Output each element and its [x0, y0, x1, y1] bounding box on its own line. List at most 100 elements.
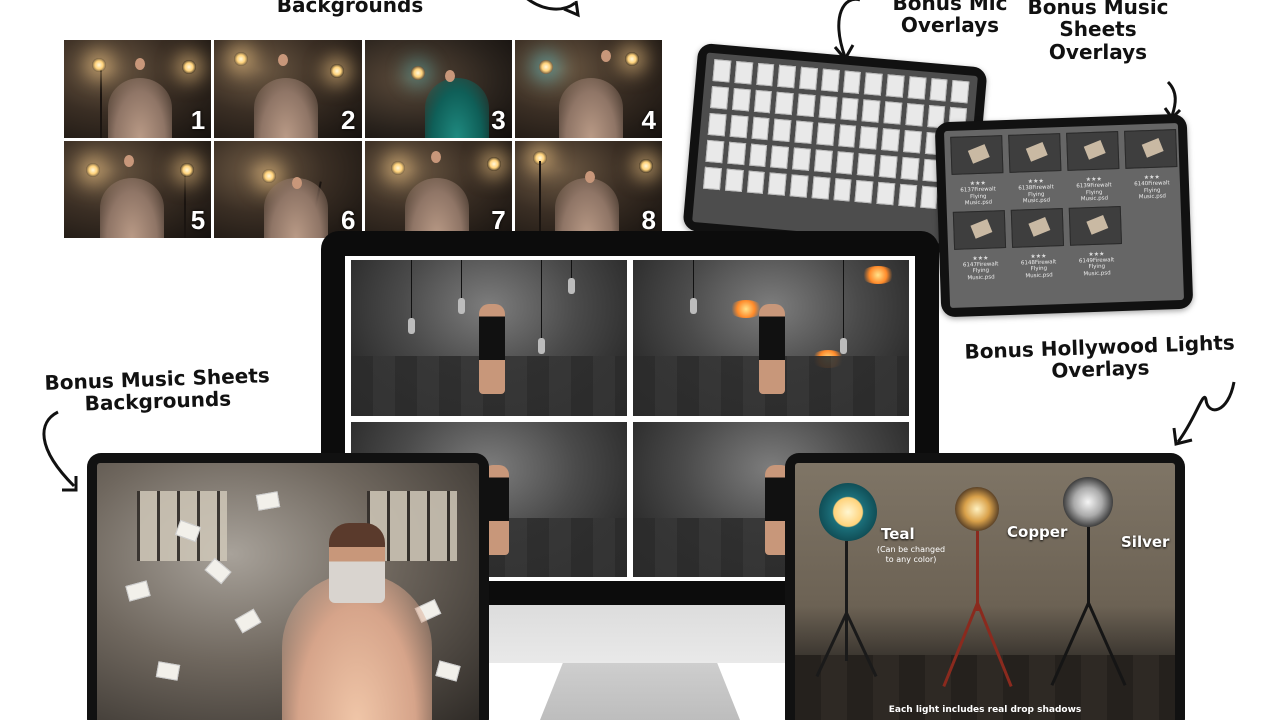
mic-overlay-thumbnail[interactable]	[950, 79, 970, 104]
mic-overlay-thumbnail[interactable]	[777, 64, 797, 89]
mic-overlay-thumbnail[interactable]	[727, 141, 746, 166]
silver-lamp-icon	[1063, 477, 1113, 527]
mic-overlay-thumbnail[interactable]	[724, 168, 744, 193]
file-name: 6137Firewalt Flying Music.psd	[960, 186, 996, 207]
mic-overlay-thumbnail[interactable]	[907, 76, 927, 100]
mic-overlay-thumbnail[interactable]	[811, 176, 830, 200]
drop-shadow-caption: Each light includes real drop shadows	[888, 705, 1082, 715]
background-thumbnail[interactable]: 7	[364, 140, 512, 238]
background-thumbnail[interactable]: 6	[214, 140, 362, 238]
psd-file[interactable]: ★★★ 6137Firewalt Flying Music.psd	[952, 177, 1005, 208]
monitor-stand	[465, 603, 791, 663]
mic-overlay-thumbnail[interactable]	[748, 143, 768, 168]
file-name: 6140Firewalt Flying Music.psd	[1134, 180, 1170, 201]
mic-overlay-thumbnail[interactable]	[864, 72, 883, 96]
mic-overlay-thumbnail[interactable]	[902, 129, 922, 154]
mic-overlay-thumbnail[interactable]	[885, 74, 905, 98]
arrow-icon	[526, 0, 580, 18]
file-name: 6139Firewalt Flying Music.psd	[1076, 182, 1112, 203]
mic-overlay-thumbnail[interactable]	[731, 87, 751, 112]
stage-background[interactable]	[351, 260, 627, 416]
backgrounds-thumbnail-grid: 1 2 3 4 5 6 7 8	[64, 40, 662, 238]
psd-file[interactable]: ★★★ 6140Firewalt Flying Music.psd	[1126, 171, 1179, 202]
mic-overlay-thumbnail[interactable]	[813, 149, 833, 173]
mic-overlay-thumbnail[interactable]	[734, 61, 753, 85]
mic-overlay-thumbnail[interactable]	[883, 101, 903, 125]
mic-overlay-thumbnail[interactable]	[854, 180, 874, 204]
mic-overlay-thumbnail[interactable]	[905, 103, 924, 127]
mic-overlay-thumbnail[interactable]	[898, 183, 917, 208]
background-thumbnail[interactable]: 2	[214, 40, 362, 138]
mic-overlay-thumbnail[interactable]	[876, 181, 895, 206]
background-thumbnail[interactable]: 8	[514, 140, 662, 238]
mic-overlay-thumbnail[interactable]	[794, 120, 814, 144]
mic-overlay-thumbnail[interactable]	[792, 147, 811, 171]
music-sheets-laptop	[87, 453, 489, 720]
thumbnail-number: 1	[190, 104, 206, 135]
psd-file[interactable]	[1124, 129, 1178, 169]
psd-file[interactable]	[950, 135, 1004, 175]
teal-label: Teal	[881, 525, 915, 543]
mic-overlay-thumbnail[interactable]	[837, 124, 857, 148]
monitor-stand-base	[540, 660, 740, 720]
music-sheets-tablet: ★★★ 6137Firewalt Flying Music.psd ★★★ 6138…	[934, 113, 1194, 318]
mic-overlay-thumbnail[interactable]	[820, 68, 840, 92]
mic-overlay-thumbnail[interactable]	[710, 86, 729, 110]
psd-file[interactable]	[1066, 131, 1120, 171]
psd-file[interactable]	[1068, 205, 1123, 246]
background-thumbnail[interactable]: 1	[64, 40, 212, 138]
background-thumbnail[interactable]: 3	[364, 40, 512, 138]
mic-overlay-thumbnail[interactable]	[770, 145, 790, 169]
callout-backgrounds: Backgrounds	[276, 0, 424, 17]
mic-overlay-thumbnail[interactable]	[878, 155, 898, 179]
mic-overlay-thumbnail[interactable]	[857, 153, 876, 177]
mic-overlay-thumbnail[interactable]	[707, 112, 727, 137]
mic-overlay-thumbnail[interactable]	[861, 99, 881, 123]
mic-overlay-thumbnail[interactable]	[919, 185, 939, 210]
psd-file[interactable]: ★★★ 6147Firewalt Flying Music.psd	[954, 252, 1007, 283]
psd-file[interactable]	[1010, 207, 1065, 248]
mic-overlay-thumbnail[interactable]	[755, 62, 775, 87]
psd-file[interactable]	[952, 209, 1007, 250]
stage-background[interactable]	[633, 260, 909, 416]
mic-overlay-thumbnail[interactable]	[712, 59, 732, 83]
mic-overlay-thumbnail[interactable]	[746, 170, 765, 194]
silver-label: Silver	[1121, 533, 1170, 551]
mic-overlay-thumbnail[interactable]	[900, 156, 920, 181]
mic-overlay-thumbnail[interactable]	[881, 128, 900, 152]
background-thumbnail[interactable]: 5	[64, 140, 212, 238]
mic-overlay-thumbnail[interactable]	[799, 66, 818, 91]
mic-overlay-thumbnail[interactable]	[796, 93, 816, 118]
music-sheets-background[interactable]	[97, 463, 479, 720]
hollywood-lights-laptop: Teal (Can be changed to any color) Coppe…	[785, 453, 1185, 720]
psd-file[interactable]: ★★★ 6149Firewalt Flying Music.psd	[1070, 248, 1123, 279]
mic-overlay-thumbnail[interactable]	[840, 97, 859, 121]
mic-overlay-thumbnail[interactable]	[789, 174, 809, 198]
mic-overlay-thumbnail[interactable]	[816, 122, 835, 146]
thumbnail-number: 5	[190, 205, 206, 235]
file-name: 6138Firewalt Flying Music.psd	[1018, 184, 1054, 205]
mic-overlay-thumbnail[interactable]	[859, 126, 879, 150]
mic-overlay-thumbnail[interactable]	[772, 118, 792, 143]
mic-overlay-thumbnail[interactable]	[775, 91, 794, 116]
mic-overlay-thumbnail[interactable]	[833, 178, 852, 202]
file-name: 6149Firewalt Flying Music.psd	[1078, 257, 1115, 278]
psd-file[interactable]: ★★★ 6139Firewalt Flying Music.psd	[1068, 173, 1121, 204]
background-thumbnail[interactable]: 4	[514, 40, 662, 138]
mic-overlay-thumbnail[interactable]	[842, 70, 862, 94]
mic-overlay-thumbnail[interactable]	[705, 139, 724, 164]
mic-overlay-thumbnail[interactable]	[835, 151, 855, 175]
psd-file[interactable]	[1008, 133, 1062, 173]
mic-overlay-thumbnail[interactable]	[768, 172, 787, 196]
arrow-icon	[42, 410, 78, 492]
psd-file[interactable]: ★★★ 6138Firewalt Flying Music.psd	[1010, 175, 1063, 206]
thumbnail-number: 2	[341, 104, 356, 135]
mic-overlay-thumbnail[interactable]	[753, 89, 773, 114]
thumbnail-number: 3	[491, 104, 506, 135]
mic-overlay-thumbnail[interactable]	[751, 116, 770, 141]
mic-overlay-thumbnail[interactable]	[818, 95, 838, 119]
mic-overlay-thumbnail[interactable]	[929, 78, 948, 102]
mic-overlay-thumbnail[interactable]	[703, 166, 722, 191]
mic-overlay-thumbnail[interactable]	[729, 114, 749, 139]
psd-file[interactable]: ★★★ 6148Firewalt Flying Music.psd	[1012, 250, 1065, 281]
